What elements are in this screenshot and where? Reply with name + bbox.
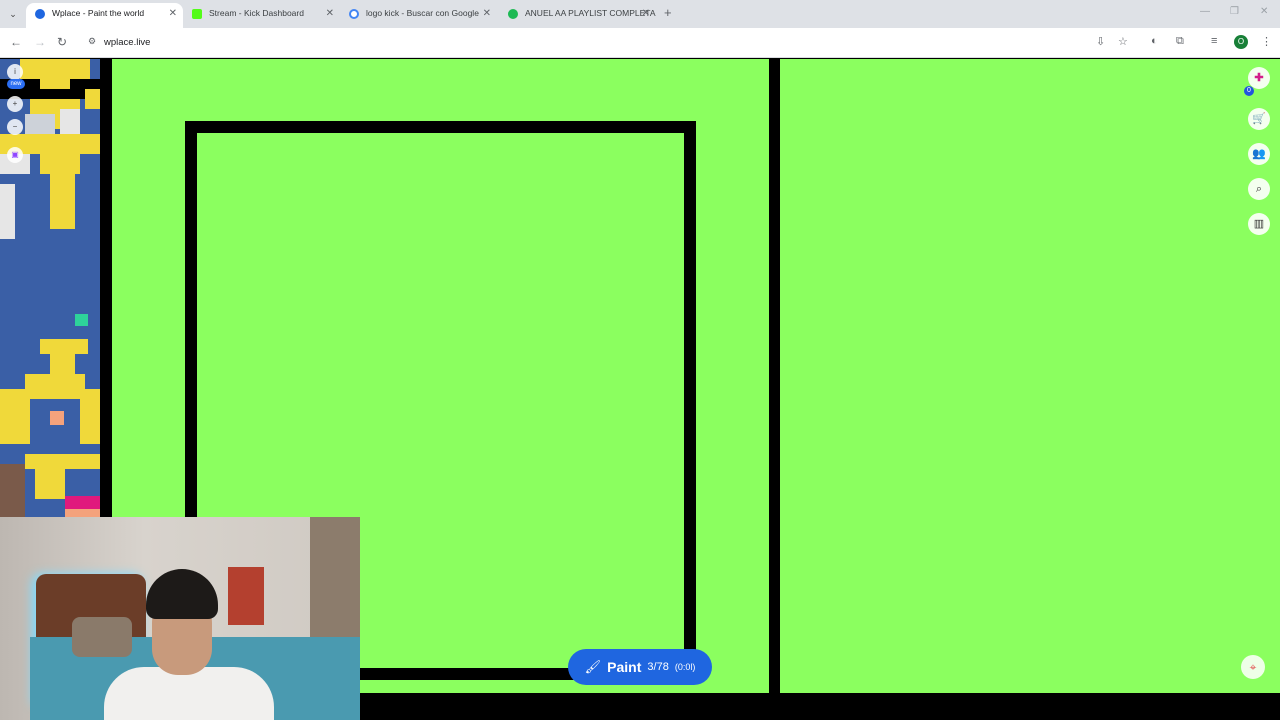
close-icon[interactable]: ✕ <box>483 3 491 24</box>
tab-title: Wplace - Paint the world <box>52 8 145 18</box>
paint-charges: 3/78 <box>647 661 669 673</box>
tab-kick-dashboard[interactable]: Stream - Kick Dashboard ✕ <box>183 3 340 28</box>
window-close-icon[interactable]: ✕ <box>1260 6 1268 17</box>
alliance-icon[interactable]: 👥 <box>1248 143 1270 165</box>
close-icon[interactable]: ✕ <box>326 3 334 24</box>
extension-icon[interactable]: ◐ <box>1151 35 1158 47</box>
zoom-in-icon[interactable]: + <box>7 96 23 112</box>
url-text: wplace.live <box>104 37 151 48</box>
paint-label: Paint <box>607 659 642 675</box>
bookmark-star-icon[interactable]: ☆ <box>1118 35 1128 48</box>
locate-icon[interactable]: ⌖ <box>1241 655 1265 679</box>
close-icon[interactable]: ✕ <box>642 3 650 24</box>
tab-title: Stream - Kick Dashboard <box>209 8 304 18</box>
paint-timer: (0:0l) <box>674 662 696 672</box>
webcam-overlay <box>0 517 360 720</box>
site-info-icon[interactable]: ⚙ <box>88 36 96 47</box>
tab-search-icon[interactable]: ⌄ <box>4 5 22 23</box>
close-icon[interactable]: ✕ <box>169 3 177 24</box>
browser-tab-bar: ⌄ Wplace - Paint the world ✕ Stream - Ki… <box>0 0 1280 28</box>
store-cart-icon[interactable]: 🛒 <box>1248 108 1270 130</box>
browser-toolbar: ← → ↻ ⚙ wplace.live ⇩ ☆ ◐ ⧉ ≡ ⋮ <box>0 28 1280 58</box>
notification-badge: 0 <box>1244 86 1254 96</box>
wplace-favicon-icon <box>35 9 45 19</box>
reload-icon[interactable]: ↻ <box>57 35 67 49</box>
address-bar[interactable]: ⚙ wplace.live <box>80 32 1140 54</box>
tab-spotify-playlist[interactable]: ANUEL AA PLAYLIST COMPLETA ✕ <box>499 3 656 28</box>
leaderboard-icon[interactable]: ▥ <box>1248 213 1270 235</box>
back-icon[interactable]: ← <box>10 35 22 49</box>
tab-google-search[interactable]: logo kick - Buscar con Google ✕ <box>340 3 497 28</box>
tab-title: ANUEL AA PLAYLIST COMPLETA <box>525 8 656 18</box>
maximize-icon[interactable]: ❐ <box>1230 6 1239 17</box>
info-icon[interactable]: i <box>7 64 23 80</box>
frame-right-line <box>684 121 696 683</box>
frame-divider-line <box>769 59 780 693</box>
spotify-favicon-icon <box>508 9 518 19</box>
pixel-art-region: i new + − ▣ <box>0 59 112 517</box>
puzzle-icon[interactable]: ⧉ <box>1176 35 1184 48</box>
profile-avatar[interactable]: O <box>1234 35 1248 49</box>
more-menu-icon[interactable]: ⋮ <box>1261 35 1272 48</box>
new-tab-button[interactable]: + <box>664 5 672 20</box>
wall-poster <box>228 567 264 625</box>
twitch-icon[interactable]: ▣ <box>7 147 23 163</box>
frame-left-line <box>185 121 197 521</box>
media-control-icon[interactable]: ≡ <box>1211 35 1217 47</box>
forward-icon[interactable]: → <box>34 35 46 49</box>
tab-title: logo kick - Buscar con Google <box>366 8 479 18</box>
zoom-out-icon[interactable]: − <box>7 119 23 135</box>
new-badge: new <box>7 79 25 89</box>
minimize-icon[interactable]: — <box>1200 6 1210 17</box>
tab-wplace[interactable]: Wplace - Paint the world ✕ <box>26 3 183 28</box>
brush-icon: 🖌 <box>584 659 602 674</box>
install-app-icon[interactable]: ⇩ <box>1096 35 1105 48</box>
kick-favicon-icon <box>192 9 202 19</box>
frame-top-line <box>185 121 696 133</box>
search-map-icon[interactable]: ⌕ <box>1248 178 1270 200</box>
paint-button[interactable]: 🖌 Paint 3/78 (0:0l) <box>568 649 712 685</box>
google-favicon-icon <box>349 9 359 19</box>
